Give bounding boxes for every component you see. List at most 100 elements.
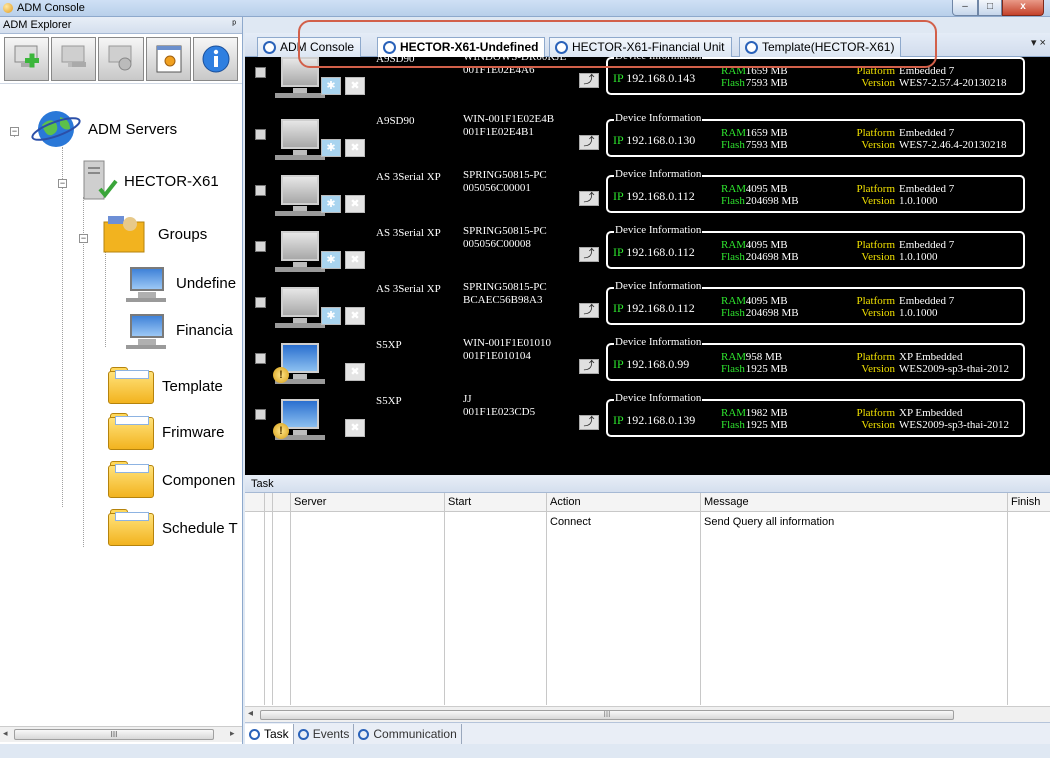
device-row[interactable]: ✱ ✖ AS 3Serial XP SPRING50815-PC 005056C0000… — [245, 224, 1050, 283]
tree-node-component[interactable]: Componen — [106, 461, 235, 499]
tab-hector-financial[interactable]: HECTOR-X61-Financial Unit — [549, 37, 732, 57]
tab-template[interactable]: Template(HECTOR-X61) — [739, 37, 902, 57]
config-window-button[interactable] — [145, 37, 191, 81]
scroll-thumb[interactable]: III — [14, 729, 214, 740]
tree-label-financial: Financia — [176, 321, 233, 339]
ram-value: 958 MB — [745, 351, 783, 363]
device-checkbox[interactable] — [255, 67, 266, 78]
device-checkbox[interactable] — [255, 409, 266, 420]
device-row[interactable]: ! ✖ S5XP WIN-001F1E01010 001F1E010104 ⤴ Device… — [245, 336, 1050, 395]
flash-value: 7593 MB — [745, 139, 788, 151]
tab-task[interactable]: Task — [245, 724, 294, 744]
tree-node-group-financial[interactable]: Financia — [124, 310, 233, 350]
device-platform: Platform Embedded 7 Version WES7-2.57.4-201… — [848, 65, 1007, 89]
tab-adm-console[interactable]: ADM Console — [257, 37, 362, 57]
tab-menu-close[interactable]: ▾ × — [1031, 36, 1046, 49]
remote-connect-icon[interactable]: ⤴ — [579, 135, 599, 150]
column-header-message[interactable]: Message — [704, 496, 749, 508]
device-checkbox[interactable] — [255, 241, 266, 252]
explorer-horizontal-scrollbar[interactable]: ◂ III ▸ — [0, 726, 242, 742]
device-row[interactable]: ! ✖ S5XP JJ 001F1E023CD5 ⤴ Device Information I… — [245, 392, 1050, 451]
remove-server-button[interactable] — [51, 37, 97, 81]
device-checkbox[interactable] — [255, 297, 266, 308]
expand-toggle[interactable]: − — [79, 234, 88, 243]
info-button[interactable] — [192, 37, 239, 81]
device-ip: IP 192.168.0.130 — [613, 133, 695, 148]
remote-connect-icon[interactable]: ⤴ — [579, 415, 599, 430]
app-icon — [3, 3, 13, 13]
column-header-action[interactable]: Action — [550, 496, 581, 508]
tree-node-groups[interactable]: Groups — [100, 212, 207, 256]
ip-value: 192.168.0.112 — [626, 301, 695, 315]
device-row[interactable]: ✱ ✖ AS 3Serial XP SPRING50815-PC BCAEC56B98A… — [245, 280, 1050, 339]
maximize-button[interactable]: □ — [978, 0, 1002, 16]
device-checkbox[interactable] — [255, 129, 266, 140]
tree-node-group-undefined[interactable]: Undefine — [124, 263, 236, 303]
remote-connect-icon[interactable]: ⤴ — [579, 191, 599, 206]
tools-icon[interactable]: ✖ — [345, 139, 365, 157]
column-header-start[interactable]: Start — [448, 496, 471, 508]
device-list: ✱✖A9SD90WINDOWS-DR00KJE001F1E02E4A6⤴Devi… — [245, 57, 1050, 475]
device-checkbox[interactable] — [255, 185, 266, 196]
tools-icon[interactable]: ✖ — [345, 77, 365, 95]
expand-toggle[interactable]: − — [10, 127, 19, 136]
tree-node-schedule[interactable]: Schedule T — [106, 509, 238, 547]
tab-icon — [555, 41, 568, 54]
remote-connect-icon[interactable]: ⤴ — [579, 247, 599, 262]
close-button[interactable]: x — [1002, 0, 1044, 16]
tree-label-server: HECTOR-X61 — [124, 172, 219, 190]
column-header-finish[interactable]: Finish — [1011, 496, 1040, 508]
scroll-left-arrow[interactable]: ◂ — [248, 708, 253, 719]
device-info-legend: Device Information — [614, 57, 703, 62]
tree-line — [83, 197, 84, 547]
snowflake-icon[interactable]: ✱ — [321, 139, 341, 157]
tab-events[interactable]: Events — [294, 724, 355, 744]
ip-label: IP — [613, 245, 624, 259]
tree-label-adm-servers: ADM Servers — [88, 120, 178, 138]
snowflake-icon[interactable]: ✱ — [321, 195, 341, 213]
scroll-thumb[interactable]: III — [260, 710, 954, 720]
snowflake-icon[interactable]: ✱ — [321, 251, 341, 269]
version-value: 1.0.1000 — [899, 307, 938, 319]
ram-label: RAM — [721, 183, 747, 195]
device-model: S5XP — [376, 339, 402, 351]
device-row[interactable]: ✱ ✖ AS 3Serial XP SPRING50815-PC 005056C0000… — [245, 168, 1050, 227]
warning-icon: ! — [273, 367, 289, 383]
platform-value: Embedded 7 — [899, 295, 955, 307]
tools-icon[interactable]: ✖ — [345, 363, 365, 381]
tools-icon[interactable]: ✖ — [345, 195, 365, 213]
device-row[interactable]: ✱ ✖ A9SD90 WIN-001F1E02E4B 001F1E02E4B1 ⤴ Devi… — [245, 112, 1050, 171]
tools-icon[interactable]: ✖ — [345, 251, 365, 269]
snowflake-icon[interactable]: ✱ — [321, 77, 341, 95]
tree-node-firmware[interactable]: Frimware — [106, 413, 225, 451]
remote-connect-icon[interactable]: ⤴ — [579, 359, 599, 374]
server-settings-button[interactable] — [98, 37, 144, 81]
add-server-button[interactable] — [4, 37, 50, 81]
tree-node-adm-servers[interactable]: ADM Servers — [30, 107, 177, 151]
device-checkbox[interactable] — [255, 353, 266, 364]
pin-icon[interactable]: ᵖ — [232, 19, 236, 30]
scroll-right-arrow[interactable]: ▸ — [230, 728, 235, 739]
tools-icon[interactable]: ✖ — [345, 307, 365, 325]
tree-node-server[interactable]: HECTOR-X61 — [78, 159, 219, 203]
column-header-server[interactable]: Server — [294, 496, 326, 508]
device-hostname: JJ — [463, 393, 472, 405]
minimize-button[interactable]: – — [952, 0, 978, 16]
tab-communication[interactable]: Communication — [354, 724, 462, 744]
scroll-left-arrow[interactable]: ◂ — [3, 728, 8, 739]
remote-connect-icon[interactable]: ⤴ — [579, 303, 599, 318]
flash-label: Flash — [721, 195, 745, 207]
tools-icon[interactable]: ✖ — [345, 419, 365, 437]
tree-label-component: Componen — [162, 471, 236, 489]
explorer-toolbar — [0, 34, 242, 84]
remote-connect-icon[interactable]: ⤴ — [579, 73, 599, 88]
snowflake-icon[interactable]: ✱ — [321, 307, 341, 325]
tab-label: Task — [264, 727, 289, 741]
tree-node-template[interactable]: Template — [106, 367, 223, 405]
tab-hector-undefined[interactable]: HECTOR-X61-Undefined — [377, 37, 546, 58]
flash-value: 204698 MB — [745, 251, 799, 263]
task-horizontal-scrollbar[interactable]: ◂ III — [245, 706, 1050, 722]
device-row[interactable]: ✱✖ A9SD90 WINDOWS-DR00KJE001F1E02E4A6 ⤴ Devi… — [245, 57, 1050, 109]
expand-toggle[interactable]: − — [58, 179, 67, 188]
device-mac: 005056C00001 — [463, 182, 531, 194]
